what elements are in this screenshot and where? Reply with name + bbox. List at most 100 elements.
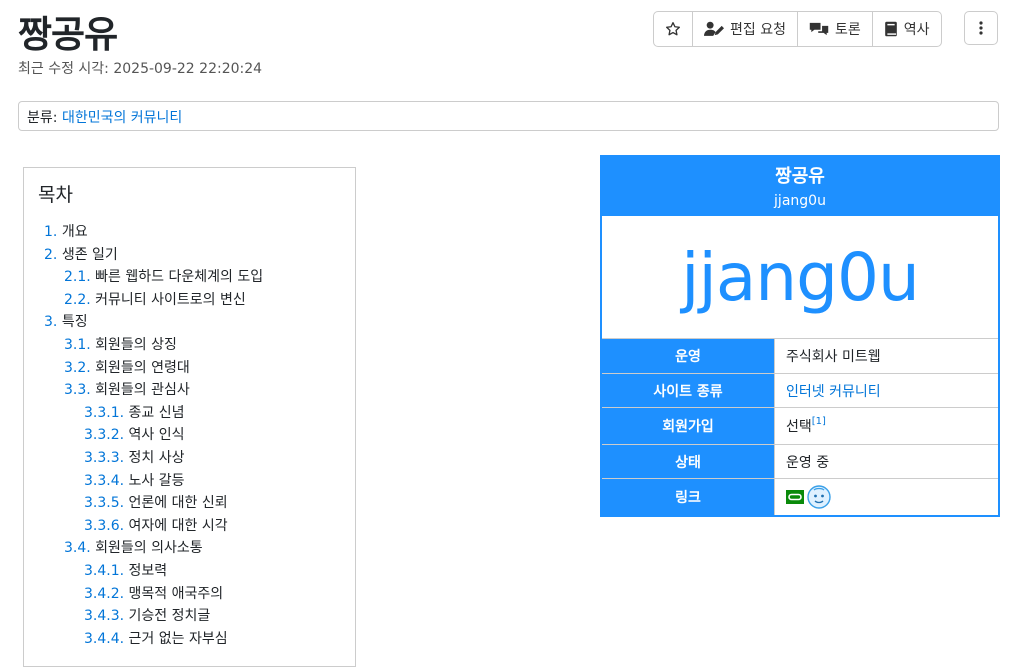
edit-request-label: 편집 요청 xyxy=(730,22,786,38)
toc-item: 3.3.3. 정치 사상 xyxy=(38,447,341,470)
footnote-link[interactable]: [1] xyxy=(812,416,826,427)
toc-item-label: 커뮤니티 사이트로의 변신 xyxy=(95,291,246,308)
toc-list: 1. 개요 2. 생존 일기 2.1. 빠른 웹하드 다운체계의 도입 2.2. 커뮤… xyxy=(38,221,341,650)
toc-item: 3.2. 회원들의 연령대 xyxy=(38,357,341,380)
toc-item-label: 기승전 정치글 xyxy=(128,608,211,625)
toc-item-label: 생존 일기 xyxy=(61,246,118,263)
toc-item-label: 개요 xyxy=(61,224,88,240)
infobox-row-value: 인터넷 커뮤니티 xyxy=(775,374,998,407)
mascot-face-icon[interactable] xyxy=(807,485,831,509)
page-title: 짱공유 xyxy=(18,13,118,56)
table-of-contents: 목차 1. 개요 2. 생존 일기 2.1. 빠른 웹하드 다운체계의 도입 2.2.… xyxy=(23,167,356,667)
infobox-row-label: 상태 xyxy=(602,445,775,478)
toc-item-number[interactable]: 2.2. xyxy=(64,292,91,308)
last-modified-time: 최근 수정 시각: 2025-09-22 22:20:24 xyxy=(18,61,263,77)
site-type-link[interactable]: 인터넷 커뮤니티 xyxy=(786,381,881,401)
toc-item: 3.3.2. 역사 인식 xyxy=(38,424,341,447)
toc-item-number[interactable]: 3.4.4. xyxy=(84,631,124,647)
toc-item: 3.3.6. 여자에 대한 시각 xyxy=(38,515,341,538)
infobox: 짱공유 jjang0u jjang0u 운영 주식회사 미트웹 사이트 종류 인… xyxy=(600,155,1000,517)
star-button[interactable] xyxy=(654,12,693,46)
operator-value: 주식회사 미트웹 xyxy=(786,349,881,365)
toc-item-label: 회원들의 관심사 xyxy=(95,382,190,399)
history-button[interactable]: 역사 xyxy=(873,12,941,46)
toc-item-label: 노사 갈등 xyxy=(128,472,185,489)
toc-item-number[interactable]: 3.4.2. xyxy=(84,586,124,602)
toc-item: 3.3. 회원들의 관심사 xyxy=(38,379,341,402)
toc-item-number[interactable]: 3. xyxy=(44,314,57,330)
toc-item-label: 종교 신념 xyxy=(128,404,185,421)
infobox-row: 회원가입 선택 [1] xyxy=(602,408,998,445)
toc-item-number[interactable]: 3.4.1. xyxy=(84,563,124,579)
infobox-row-value: 선택 [1] xyxy=(775,408,998,444)
toc-item-label: 근거 없는 자부심 xyxy=(128,630,228,647)
infobox-row-label: 운영 xyxy=(602,339,775,373)
toc-item: 1. 개요 xyxy=(38,221,341,244)
comments-icon xyxy=(809,22,829,36)
link-icon[interactable] xyxy=(786,490,804,504)
category-prefix: 분류: xyxy=(27,110,58,126)
infobox-row-value: 운영 중 xyxy=(775,445,998,478)
infobox-row-label: 회원가입 xyxy=(602,408,775,444)
toc-item-label: 특징 xyxy=(61,314,88,331)
infobox-row-label: 링크 xyxy=(602,479,775,515)
toc-item-label: 정보력 xyxy=(128,562,168,579)
history-label: 역사 xyxy=(903,22,930,38)
toc-item-number[interactable]: 2. xyxy=(44,247,57,263)
toc-item-label: 회원들의 의사소통 xyxy=(95,540,203,557)
book-icon xyxy=(884,21,897,37)
infobox-row-value: 주식회사 미트웹 xyxy=(775,339,998,373)
site-logo: jjang0u xyxy=(602,216,998,339)
more-options-button[interactable] xyxy=(964,11,998,45)
toc-item: 3.4. 회원들의 의사소통 xyxy=(38,537,341,560)
toc-item: 3.4.2. 맹목적 애국주의 xyxy=(38,583,341,606)
more-vertical-icon xyxy=(979,21,983,35)
toc-item-label: 역사 인식 xyxy=(128,427,185,444)
category-bar: 분류: 대한민국의 커뮤니티 xyxy=(18,101,999,131)
toc-item-number[interactable]: 1. xyxy=(44,224,57,240)
star-icon xyxy=(666,22,680,36)
category-link[interactable]: 대한민국의 커뮤니티 xyxy=(62,110,182,126)
toc-title: 목차 xyxy=(38,184,73,206)
toc-item-label: 회원들의 연령대 xyxy=(95,359,190,376)
toc-item-number[interactable]: 3.2. xyxy=(64,360,91,376)
site-logo-text: jjang0u xyxy=(681,238,920,316)
toc-item-number[interactable]: 3.3. xyxy=(64,382,91,398)
toc-item: 2.2. 커뮤니티 사이트로의 변신 xyxy=(38,289,341,312)
infobox-row-value xyxy=(775,479,998,515)
toc-item: 3. 특징 xyxy=(38,311,341,334)
discussion-button[interactable]: 토론 xyxy=(798,12,873,46)
edit-request-button[interactable]: 편집 요청 xyxy=(693,12,798,46)
toc-item-number[interactable]: 3.3.3. xyxy=(84,450,124,466)
toc-item-label: 여자에 대한 시각 xyxy=(128,517,228,534)
toc-item-number[interactable]: 3.3.5. xyxy=(84,495,124,511)
discussion-label: 토론 xyxy=(834,22,861,38)
toc-item: 3.4.1. 정보력 xyxy=(38,560,341,583)
toc-item: 3.4.4. 근거 없는 자부심 xyxy=(38,628,341,651)
infobox-header: 짱공유 jjang0u xyxy=(602,157,998,216)
toc-item: 2.1. 빠른 웹하드 다운체계의 도입 xyxy=(38,266,341,289)
toc-item: 3.3.4. 노사 갈등 xyxy=(38,470,341,493)
toc-item: 3.4.3. 기승전 정치글 xyxy=(38,605,341,628)
toc-item: 3.3.5. 언론에 대한 신뢰 xyxy=(38,492,341,515)
article-toolbar: 편집 요청 토론 역사 xyxy=(653,11,942,47)
toc-item-label: 정치 사상 xyxy=(128,449,185,466)
signup-value: 선택 xyxy=(786,419,812,435)
toc-item-number[interactable]: 2.1. xyxy=(64,269,91,285)
toc-item-number[interactable]: 3.4. xyxy=(64,540,91,556)
toc-item-number[interactable]: 3.4.3. xyxy=(84,608,124,624)
toc-item-label: 회원들의 상징 xyxy=(95,336,177,353)
toc-item-label: 맹목적 애국주의 xyxy=(128,585,224,602)
toc-item-number[interactable]: 3.3.2. xyxy=(84,427,124,443)
toc-item-number[interactable]: 3.3.6. xyxy=(84,518,124,534)
toc-item-number[interactable]: 3.1. xyxy=(64,337,91,353)
infobox-row-label: 사이트 종류 xyxy=(602,374,775,407)
infobox-title: 짱공유 xyxy=(775,166,825,187)
toc-item-number[interactable]: 3.3.1. xyxy=(84,405,124,421)
infobox-row: 상태 운영 중 xyxy=(602,445,998,479)
toc-item-label: 빠른 웹하드 다운체계의 도입 xyxy=(95,269,264,286)
infobox-row: 링크 xyxy=(602,479,998,515)
user-edit-icon xyxy=(704,21,724,36)
status-value: 운영 중 xyxy=(786,454,830,471)
toc-item-number[interactable]: 3.3.4. xyxy=(84,473,124,489)
